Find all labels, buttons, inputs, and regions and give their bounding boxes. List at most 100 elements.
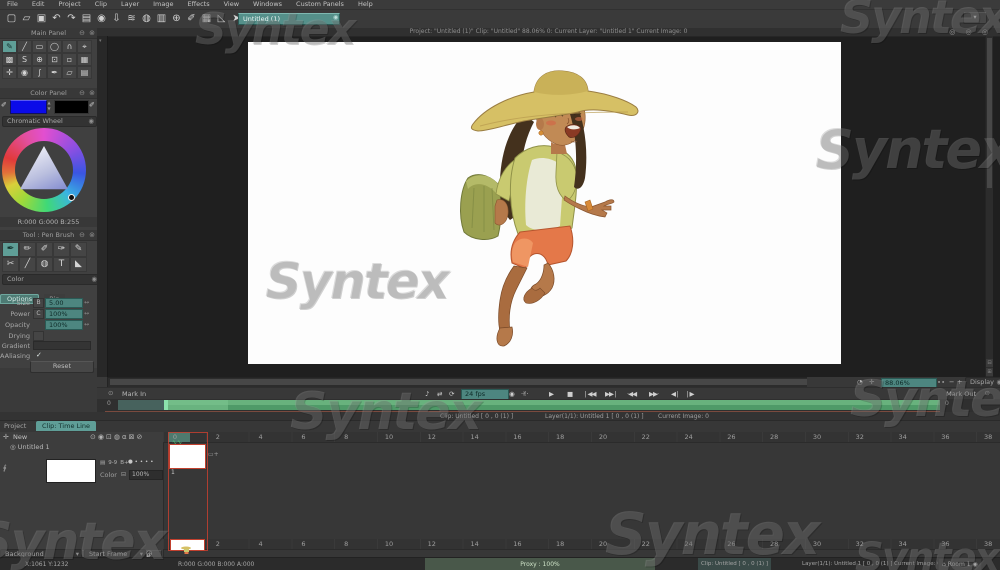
layer-meta-icons[interactable]: ▤9-9B+ (100, 460, 132, 466)
new-project-icon[interactable]: ▢ (4, 12, 19, 26)
frame-number[interactable]: 30 (802, 540, 832, 548)
layer-blend-label[interactable]: Color (100, 471, 117, 479)
rotate-tool[interactable]: ◉ (17, 66, 32, 79)
zoom-in-button[interactable]: + (957, 378, 962, 386)
last-frame-button[interactable]: ▶▶❘ (605, 389, 617, 399)
frame-number[interactable]: 16 (502, 433, 532, 441)
close-panel-icon[interactable]: ⊗ (89, 89, 95, 97)
power-field[interactable]: 100% (45, 309, 83, 319)
layer-collapse-icon[interactable]: ⊟ (121, 471, 126, 478)
prev-key-button[interactable]: ·◀◀ (627, 389, 636, 399)
menu-item[interactable]: Clip (88, 0, 114, 9)
color-wheel-icon[interactable]: ◉ (94, 12, 109, 26)
crop-tool[interactable]: ▫ (62, 53, 77, 66)
layer-opacity-dots[interactable]: ● ∙ ∙ ∙ ∙ (128, 459, 154, 465)
drying-checkbox[interactable] (33, 331, 44, 341)
power-slider-arrows[interactable]: ↔ (84, 310, 89, 317)
size-mod-box[interactable]: B (33, 298, 44, 308)
color-mode-dropdown[interactable]: Chromatic Wheel◉ (2, 116, 97, 127)
settings-icon[interactable]: ◉ (509, 389, 514, 399)
menu-item[interactable]: File (0, 0, 25, 9)
horizontal-scrollbar-thumb[interactable] (110, 379, 868, 385)
loop-icon[interactable]: ⇄ (437, 389, 441, 399)
cutter-tool[interactable]: ✂ (2, 257, 19, 272)
frame-number[interactable]: 20 (588, 540, 618, 548)
frame-number[interactable]: 4 (246, 540, 276, 548)
next-key-button[interactable]: ▶▶· (649, 389, 658, 399)
tab-project[interactable]: Project (4, 422, 26, 430)
frame-number[interactable]: 28 (759, 540, 789, 548)
drawing-canvas[interactable] (248, 42, 841, 364)
frame-number[interactable]: 16 (502, 540, 532, 548)
power-mod-box[interactable]: C (33, 309, 44, 319)
stop-button[interactable]: ■ (567, 389, 572, 399)
marker-tool[interactable]: ✐ (36, 242, 53, 257)
menu-item[interactable]: Edit (25, 0, 52, 9)
menu-item[interactable]: Project (51, 0, 87, 9)
frame-number[interactable]: 38 (973, 540, 1000, 548)
range-label[interactable]: 9-9 (108, 460, 117, 466)
audio-icon[interactable]: ♪ (425, 389, 428, 399)
frame-number[interactable]: 14 (460, 433, 490, 441)
redo-icon[interactable]: ↷ (64, 12, 79, 26)
secondary-color-swatch[interactable] (54, 100, 89, 114)
frame-number[interactable]: 10 (374, 433, 404, 441)
frame-number[interactable]: 36 (930, 433, 960, 441)
strip-leadin[interactable] (118, 400, 164, 410)
layer-header-icons[interactable]: ⊙◉⊡◍α⊠⊘ (90, 433, 162, 441)
menu-item[interactable]: Layer (114, 0, 146, 9)
frame-number[interactable]: 28 (759, 433, 789, 441)
select-rect-tool[interactable]: ▩ (2, 53, 17, 66)
fit-view-icon[interactable]: ◔ (857, 378, 863, 386)
frame-number[interactable]: 6 (288, 433, 318, 441)
frame-number[interactable]: 22 (631, 433, 661, 441)
toolbox-icon[interactable]: ▤ (79, 12, 94, 26)
page-tool[interactable]: ▱ (62, 66, 77, 79)
menu-item[interactable]: Image (146, 0, 180, 9)
collapse-panel-icon[interactable]: ⊖ (79, 231, 85, 239)
frame-number[interactable]: 24 (674, 433, 704, 441)
size-field[interactable]: 5.00 (45, 298, 83, 308)
swatch-spinner[interactable]: ▲▼ (46, 100, 52, 112)
tab-clip-timeline[interactable]: Clip: Time Line (36, 421, 96, 431)
frame-number[interactable]: 32 (845, 433, 875, 441)
mark-out-icon[interactable]: ⊙ (985, 389, 990, 397)
clip-range-strip[interactable]: 0 0 (97, 399, 1000, 412)
ellipse-tool[interactable]: ◯ (47, 40, 62, 53)
transform-tool[interactable]: ⊡ (47, 53, 62, 66)
frame-number[interactable]: 24 (674, 540, 704, 548)
hand-scrub-icon[interactable]: ·✌· (521, 389, 528, 399)
magnifier-icon[interactable]: ⊕ (169, 12, 184, 26)
zoom-dots-icon[interactable]: ∙∙ (937, 378, 945, 386)
strip-range[interactable] (168, 400, 940, 410)
airbrush-tool[interactable]: ✑ (53, 242, 70, 257)
rectangle-tool[interactable]: ▭ (32, 40, 47, 53)
vertical-scrollbar-thumb[interactable] (987, 38, 992, 188)
ruler-icon[interactable]: ▥ (154, 12, 169, 26)
menu-item[interactable]: Effects (181, 0, 217, 9)
menu-item[interactable]: View (217, 0, 246, 9)
collapse-panel-icon[interactable]: ⊖ (79, 89, 85, 97)
eyedropper-tool[interactable]: ╱ (19, 257, 36, 272)
scroll-zoom-in-button[interactable]: ⊞ (986, 368, 993, 376)
frame-number[interactable]: 6 (288, 540, 318, 548)
frame-number[interactable]: 10 (374, 540, 404, 548)
prev-frame-button[interactable]: ◀❘ (671, 389, 679, 399)
curve-tool[interactable]: ∩ (62, 40, 77, 53)
menu-item[interactable]: Custom Panels (289, 0, 351, 9)
zoom-tool[interactable]: ⊕ (32, 53, 47, 66)
pen-tool[interactable]: ✒ (47, 66, 62, 79)
setsquare-icon[interactable]: ◺ (214, 12, 229, 26)
project-selector-dropdown-icon[interactable]: ◉ (333, 14, 338, 21)
opacity-slider-arrows[interactable]: ↔ (84, 321, 89, 328)
freehand-select-tool[interactable]: ✎ (2, 40, 17, 53)
camera-tool[interactable]: ▦ (77, 53, 92, 66)
frame-ruler-bottom[interactable]: 02468101214161820222426283032343638 (163, 539, 1000, 550)
brush-mode-dropdown[interactable]: Color◉ (2, 274, 100, 285)
frame-number[interactable]: 12 (417, 540, 447, 548)
brush-pot-icon[interactable]: ✐ (184, 12, 199, 26)
play-button[interactable]: ▶ (549, 389, 553, 399)
spline-tool[interactable]: ∫ (32, 66, 47, 79)
frame-number[interactable]: 30 (802, 433, 832, 441)
anchor-icon[interactable]: ✛ (3, 433, 9, 442)
